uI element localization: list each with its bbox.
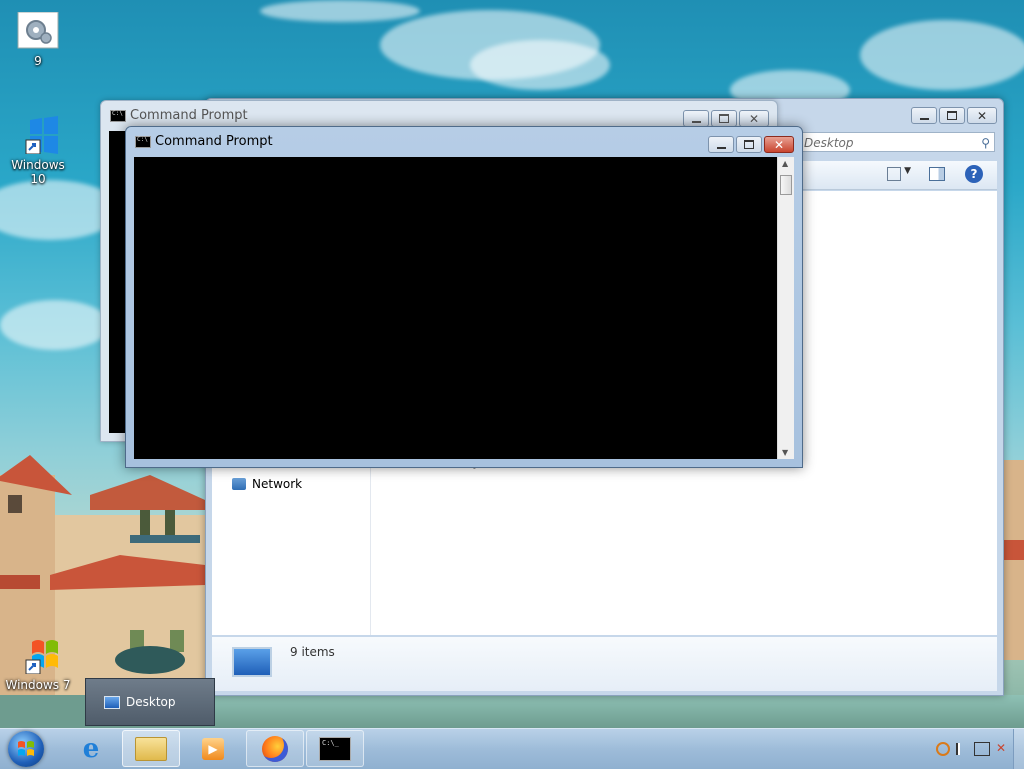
view-options-icon[interactable] xyxy=(887,167,901,181)
maximize-button[interactable] xyxy=(939,107,965,124)
close-button[interactable]: ✕ xyxy=(967,107,997,124)
thumbnail-label: Desktop xyxy=(126,695,176,709)
network-tray-icon[interactable] xyxy=(974,742,990,756)
taskbar-media-player[interactable]: ▶ xyxy=(184,730,242,767)
window-controls: ✕ xyxy=(708,136,794,153)
start-button[interactable] xyxy=(8,731,44,767)
maximize-icon xyxy=(947,111,957,120)
maximize-icon xyxy=(719,114,729,123)
maximize-icon xyxy=(744,140,754,149)
network-icon xyxy=(232,478,246,490)
chevron-down-icon[interactable]: ▼ xyxy=(904,166,911,176)
status-items-count: 9 items xyxy=(290,645,335,659)
scroll-thumb[interactable] xyxy=(780,175,792,195)
search-tray-icon[interactable] xyxy=(936,742,950,756)
window-title: Command Prompt xyxy=(130,108,248,123)
minimize-button[interactable] xyxy=(708,136,734,153)
taskbar-internet-explorer[interactable]: e xyxy=(62,730,120,767)
vertical-scrollbar[interactable]: ▲ ▼ xyxy=(777,157,794,459)
close-button[interactable]: ✕ xyxy=(739,110,769,127)
wallpaper-ground xyxy=(205,695,1024,728)
firefox-icon xyxy=(262,735,288,762)
cloud xyxy=(0,300,110,350)
search-input[interactable]: Desktop ⚲ xyxy=(799,132,995,152)
windows-10-logo-icon xyxy=(16,116,60,155)
command-prompt-icon: C:\_ xyxy=(319,736,351,761)
window-title: Command Prompt xyxy=(155,134,273,149)
taskbar-file-explorer[interactable] xyxy=(122,730,180,767)
nav-network-label: Network xyxy=(252,477,303,491)
cloud xyxy=(470,40,610,90)
windows-logo-icon xyxy=(18,741,34,756)
command-prompt-icon xyxy=(110,110,126,122)
desktop-icon-9[interactable]: 9 xyxy=(4,11,72,68)
cloud xyxy=(260,0,420,22)
desktop-icon-windows-7[interactable]: Windows 7 xyxy=(4,636,72,692)
folder-icon xyxy=(135,736,167,761)
internet-explorer-icon: e xyxy=(82,733,100,764)
taskbar-firefox[interactable] xyxy=(246,730,304,767)
console-area[interactable] xyxy=(134,157,778,459)
desktop-folder-icon xyxy=(232,647,272,677)
close-button[interactable]: ✕ xyxy=(764,136,794,153)
taskbar-thumbnail-desktop[interactable]: Desktop xyxy=(85,678,215,726)
action-center-flag-icon[interactable] xyxy=(956,743,968,755)
close-icon: ✕ xyxy=(976,108,988,123)
minimize-icon xyxy=(919,117,929,120)
desktop-icon-label: 9 xyxy=(34,54,42,68)
desktop-icon-windows-10[interactable]: Windows 10 xyxy=(4,116,72,186)
details-pane: 9 items xyxy=(212,637,997,691)
desktop-icon-label: Windows 7 xyxy=(5,678,71,692)
taskbar: e ▶ C:\_ ✕ xyxy=(0,728,1024,769)
minimize-button[interactable] xyxy=(911,107,937,124)
nav-item-network[interactable]: Network xyxy=(232,477,302,491)
wallpaper-house-right xyxy=(1003,460,1024,660)
volume-muted-icon[interactable]: ✕ xyxy=(996,741,1010,757)
preview-pane-icon[interactable] xyxy=(929,167,945,181)
taskbar-command-prompt[interactable]: C:\_ xyxy=(306,730,364,767)
close-icon: ✕ xyxy=(748,111,760,126)
desktop-icon-label: Windows 10 xyxy=(11,158,65,186)
minimize-icon xyxy=(691,120,701,123)
window-controls: ✕ xyxy=(683,110,769,127)
minimize-icon xyxy=(716,146,726,149)
search-placeholder: Desktop xyxy=(804,136,854,150)
close-icon: ✕ xyxy=(773,137,785,152)
minimize-button[interactable] xyxy=(683,110,709,127)
command-prompt-icon xyxy=(135,136,151,148)
cloud xyxy=(860,20,1024,90)
help-icon[interactable]: ? xyxy=(965,165,983,183)
gear-file-icon xyxy=(16,11,60,50)
command-prompt-window-active[interactable]: Command Prompt ✕ ▲ ▼ xyxy=(125,126,803,468)
scroll-up-arrow-icon[interactable]: ▲ xyxy=(782,159,788,168)
maximize-button[interactable] xyxy=(711,110,737,127)
search-icon: ⚲ xyxy=(981,136,990,150)
desktop-window-icon xyxy=(104,695,120,709)
maximize-button[interactable] xyxy=(736,136,762,153)
explorer-window-controls: ✕ xyxy=(911,107,997,124)
media-player-icon: ▶ xyxy=(202,737,224,760)
windows-7-logo-icon xyxy=(16,636,60,675)
scroll-down-arrow-icon[interactable]: ▼ xyxy=(782,448,788,457)
show-desktop-button[interactable] xyxy=(1013,729,1024,769)
system-tray: ✕ xyxy=(936,729,1024,769)
